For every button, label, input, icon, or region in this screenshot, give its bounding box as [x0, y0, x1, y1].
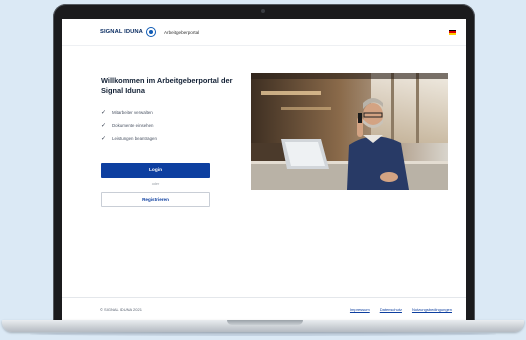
hero-photo — [251, 73, 448, 190]
list-item: ✓ Dokumente einsehen — [101, 119, 157, 132]
checkmark-icon: ✓ — [101, 122, 107, 129]
or-separator: oder — [151, 182, 160, 186]
checkmark-icon: ✓ — [101, 109, 107, 116]
footer-links: Impressum Datenschutz Nutzungsbedingunge… — [350, 307, 452, 312]
camera-icon — [261, 9, 265, 13]
logo[interactable]: SIGNAL IDUNA — [100, 29, 143, 35]
list-item: ✓ Leistungen beantragen — [101, 132, 157, 145]
laptop-shadow — [30, 332, 496, 336]
register-button[interactable]: Registrieren — [101, 192, 210, 207]
list-item: ✓ Mitarbeiter verwalten — [101, 106, 157, 119]
laptop-frame: SIGNAL IDUNA Arbeitgeberportal Willkomme… — [53, 4, 475, 322]
checklist-label: Dokumente einsehen — [112, 123, 154, 128]
laptop-screen: SIGNAL IDUNA Arbeitgeberportal Willkomme… — [62, 19, 466, 320]
signal-iduna-logo-icon — [145, 27, 156, 37]
page-header: SIGNAL IDUNA Arbeitgeberportal — [62, 19, 466, 46]
man-on-phone-photo-icon — [251, 73, 448, 190]
welcome-title: Willkommen im Arbeitgeberportal der Sign… — [101, 76, 233, 95]
page-footer: © SIGNAL IDUNA 2021 Impressum Datenschut… — [62, 297, 466, 320]
footer-link-nutzungsbedingungen[interactable]: Nutzungsbedingungen — [412, 307, 452, 312]
footer-link-datenschutz[interactable]: Datenschutz — [380, 307, 402, 312]
checkmark-icon: ✓ — [101, 135, 107, 142]
checklist-label: Leistungen beantragen — [112, 136, 157, 141]
checklist-label: Mitarbeiter verwalten — [112, 110, 153, 115]
laptop-base — [2, 320, 524, 332]
copyright: © SIGNAL IDUNA 2021 — [100, 306, 142, 312]
feature-checklist: ✓ Mitarbeiter verwalten ✓ Dokumente eins… — [101, 106, 157, 145]
portal-name: Arbeitgeberportal — [163, 29, 200, 35]
german-flag-icon[interactable] — [449, 29, 456, 35]
footer-link-impressum[interactable]: Impressum — [350, 307, 370, 312]
login-button[interactable]: Login — [101, 163, 210, 178]
laptop-notch — [227, 320, 303, 325]
